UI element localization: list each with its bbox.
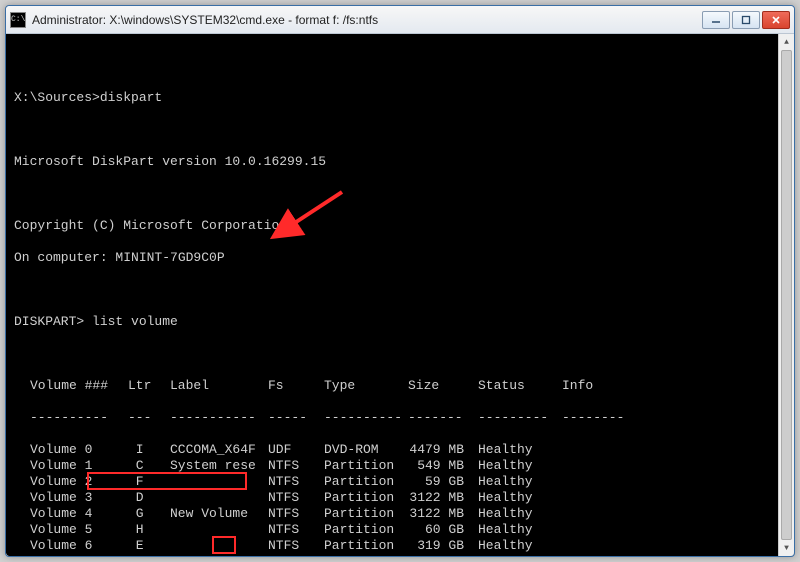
table-row: Volume 4 GNew VolumeNTFSPartition3122 MB… [14, 506, 774, 522]
scroll-up-button[interactable]: ▲ [779, 34, 794, 50]
cmd-list-volume: list volume [84, 314, 178, 330]
diskpart-version: Microsoft DiskPart version 10.0.16299.15 [14, 154, 326, 170]
table-row: Volume 0 ICCCOMA_X64FUDFDVD-ROM4479 MBHe… [14, 442, 774, 458]
table-separator: ---------- --- ----------- ----- -------… [14, 410, 774, 426]
scroll-thumb[interactable] [781, 50, 792, 540]
table-row: Volume 5 HNTFSPartition60 GBHealthy [14, 522, 774, 538]
console-output[interactable]: X:\Sources>diskpart Microsoft DiskPart v… [6, 34, 778, 556]
table-row: Volume 6 ENTFSPartition319 GBHealthy [14, 538, 774, 554]
window-title: Administrator: X:\windows\SYSTEM32\cmd.e… [32, 13, 702, 27]
close-button[interactable] [762, 11, 790, 29]
vertical-scrollbar[interactable]: ▲ ▼ [778, 34, 794, 556]
table-header: Volume ### Ltr Label Fs Type Size Status… [14, 378, 774, 394]
table-row: Volume 2 FNTFSPartition59 GBHealthy [14, 474, 774, 490]
diskpart-prompt: DISKPART> [14, 314, 84, 330]
annotation-arrow-icon [218, 170, 350, 255]
maximize-button[interactable] [732, 11, 760, 29]
cmd-icon: C:\ [10, 12, 26, 28]
on-computer: On computer: MININT-7GD9C0P [14, 250, 225, 266]
table-row: Volume 3 DNTFSPartition3122 MBHealthy [14, 490, 774, 506]
table-row: Volume 1 CSystem reseNTFSPartition549 MB… [14, 458, 774, 474]
prompt: X:\Sources> [14, 90, 100, 106]
titlebar[interactable]: C:\ Administrator: X:\windows\SYSTEM32\c… [6, 6, 794, 34]
copyright: Copyright (C) Microsoft Corporation. [14, 218, 295, 234]
console-area: X:\Sources>diskpart Microsoft DiskPart v… [6, 34, 794, 556]
window-buttons [702, 11, 790, 29]
cmd-window: C:\ Administrator: X:\windows\SYSTEM32\c… [5, 5, 795, 557]
cmd-diskpart: diskpart [100, 90, 162, 106]
scroll-down-button[interactable]: ▼ [779, 540, 794, 556]
scroll-track[interactable] [779, 50, 794, 540]
minimize-button[interactable] [702, 11, 730, 29]
